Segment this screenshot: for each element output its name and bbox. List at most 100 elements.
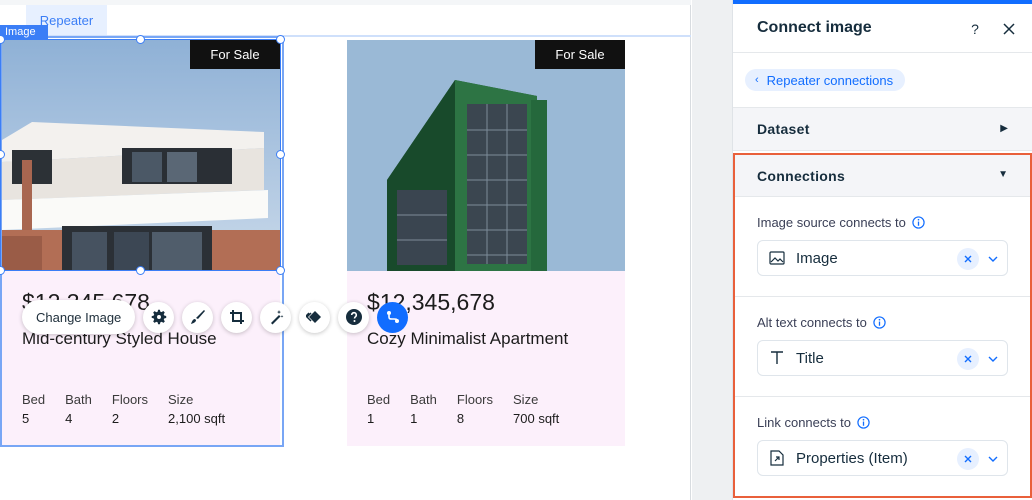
stat-label: Size — [168, 392, 194, 407]
stat-bath: Bath 4 — [65, 392, 92, 426]
repeater-item-2[interactable]: For Sale $12,345,678 Cozy Minimalist Apa… — [347, 40, 625, 446]
connections-section: Connections ▼ Image source connects to I… — [733, 153, 1032, 498]
stat-label: Bed — [22, 392, 46, 407]
link-label: Link connects to — [757, 415, 851, 430]
page-link-icon — [768, 449, 786, 467]
crop-icon — [229, 310, 244, 324]
magic-wand-icon — [270, 310, 284, 325]
stat-value: 2 — [111, 411, 120, 426]
field-label: Image source connects to — [757, 215, 1008, 230]
text-icon — [768, 349, 786, 367]
info-icon[interactable] — [857, 416, 870, 429]
panel-title: Connect image — [757, 19, 872, 36]
image-source-field: Image source connects to Image — [735, 197, 1030, 297]
selected-value: Properties (Item) — [796, 449, 908, 467]
stat-value: 700 sqft — [513, 411, 560, 426]
stat-bed: Bed 5 — [22, 392, 45, 426]
repeater-item-1[interactable]: For Sale $12,345,678 Mid-century Styled … — [2, 40, 280, 446]
stat-value: 8 — [456, 411, 465, 426]
panel-header: Connect image ? — [733, 4, 1032, 52]
connections-label: Connections — [757, 167, 846, 184]
connect-data-button[interactable] — [377, 301, 409, 333]
animation-button[interactable] — [299, 301, 331, 333]
image-icon — [768, 249, 786, 267]
house-image[interactable]: For Sale — [2, 40, 280, 271]
settings-button[interactable] — [143, 301, 175, 333]
field-label: Alt text connects to — [757, 315, 1008, 330]
question-icon: ? — [971, 21, 979, 37]
stat-value: 2,100 sqft — [168, 411, 226, 426]
resize-handle-tr[interactable] — [276, 35, 285, 44]
caret-right-icon: ▶ — [1000, 123, 1008, 134]
stat-bed: Bed 1 — [367, 392, 390, 426]
close-icon — [1003, 23, 1015, 35]
for-sale-badge: For Sale — [535, 40, 625, 69]
image-floating-toolbar: Change Image — [22, 300, 416, 334]
info-icon[interactable] — [912, 216, 925, 229]
help-button[interactable]: ? — [965, 19, 985, 39]
canvas-gutter — [692, 0, 732, 500]
close-icon — [964, 455, 972, 463]
help-button[interactable] — [338, 301, 370, 333]
back-label: Repeater connections — [766, 72, 894, 88]
repeater-connections-back-button[interactable]: ‹ Repeater connections — [745, 69, 906, 91]
caret-down-icon: ▼ — [998, 169, 1008, 180]
alt-text-field: Alt text connects to Title — [735, 297, 1030, 397]
stat-floors: Floors 2 — [112, 392, 148, 426]
link-field: Link connects to Properties (Item) — [735, 397, 1030, 497]
chevron-down-icon[interactable] — [987, 254, 999, 264]
stat-size: Size 700 sqft — [513, 392, 559, 426]
connections-section-header[interactable]: Connections ▼ — [735, 155, 1030, 197]
stat-label: Floors — [456, 392, 494, 407]
crop-button[interactable] — [221, 301, 253, 333]
stat-label: Bed — [367, 392, 391, 407]
help-icon — [345, 309, 362, 325]
connect-image-panel: Connect image ? ‹ Repeater connections D… — [732, 0, 1032, 500]
close-icon — [964, 355, 972, 363]
stat-label: Size — [513, 392, 539, 407]
stat-value: 4 — [65, 411, 73, 426]
dataset-label: Dataset — [757, 121, 810, 137]
apartment-image[interactable]: For Sale — [347, 40, 625, 271]
element-type-tag: Image — [0, 25, 48, 39]
image-source-label: Image source connects to — [757, 215, 906, 230]
back-row: ‹ Repeater connections — [733, 52, 1032, 108]
field-label: Link connects to — [757, 415, 1008, 430]
resize-handle-mr[interactable] — [276, 150, 285, 159]
resize-handle-br[interactable] — [276, 266, 285, 275]
for-sale-badge: For Sale — [190, 40, 280, 69]
animation-icon — [305, 311, 321, 323]
image-source-dropdown[interactable]: Image — [757, 240, 1008, 276]
stat-label: Bath — [410, 392, 437, 407]
chevron-left-icon: ‹ — [755, 74, 759, 86]
stat-floors: Floors 8 — [457, 392, 493, 426]
stat-value: 5 — [22, 411, 30, 426]
stat-size: Size 2,100 sqft — [168, 392, 225, 426]
chevron-down-icon[interactable] — [987, 454, 999, 464]
resize-handle-bc[interactable] — [136, 266, 145, 275]
card-stats: Bed 1 Bath 1 Floors 8 Size 700 sqft — [367, 392, 579, 426]
stat-label: Bath — [65, 392, 92, 407]
selected-value: Title — [796, 349, 824, 367]
close-button[interactable] — [999, 19, 1019, 39]
design-button[interactable] — [182, 301, 214, 333]
repeater-top-border — [0, 35, 691, 37]
selected-value: Image — [796, 249, 838, 267]
clear-button[interactable] — [957, 248, 979, 270]
resize-handle-tc[interactable] — [136, 35, 145, 44]
alt-text-dropdown[interactable]: Title — [757, 340, 1008, 376]
stat-bath: Bath 1 — [410, 392, 437, 426]
link-dropdown[interactable]: Properties (Item) — [757, 440, 1008, 476]
dataset-section-header[interactable]: Dataset ▶ — [733, 108, 1032, 151]
chevron-down-icon[interactable] — [987, 354, 999, 364]
stat-value: 1 — [410, 411, 418, 426]
editor-canvas[interactable]: Repeater For Sale Mid-century Styled Hou… — [0, 0, 732, 500]
gear-icon — [151, 309, 166, 325]
clear-button[interactable] — [957, 448, 979, 470]
info-icon[interactable] — [873, 316, 886, 329]
change-image-button[interactable]: Change Image — [22, 300, 136, 334]
clear-button[interactable] — [957, 348, 979, 370]
close-icon — [964, 255, 972, 263]
enhance-button[interactable] — [260, 301, 292, 333]
stat-label: Floors — [111, 392, 149, 407]
